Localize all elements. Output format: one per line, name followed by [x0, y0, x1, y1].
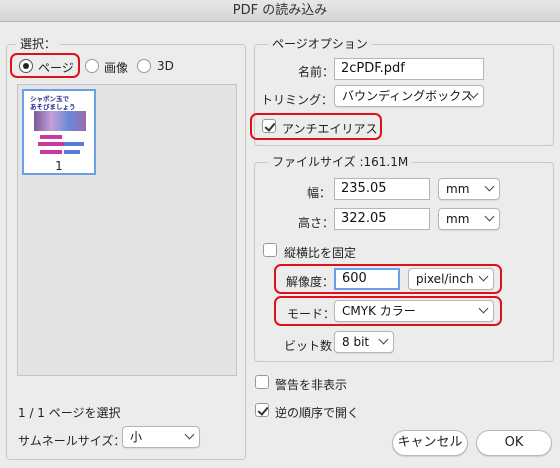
- mode-label: モード：: [287, 307, 336, 321]
- constrain-proportions-checkbox[interactable]: [263, 243, 277, 257]
- bit-depth-value: 8 bit: [342, 335, 370, 349]
- thumbnail-bar-5: [64, 150, 80, 154]
- height-label: 高さ：: [298, 216, 335, 230]
- thumbnail-preview: シャボン玉で あそびましょう: [30, 93, 90, 159]
- reverse-order-label[interactable]: 逆の順序で開く: [275, 404, 359, 421]
- width-unit-value: mm: [446, 182, 470, 196]
- resolution-label: 解像度：: [286, 275, 335, 289]
- thumbnail-page-number: 1: [55, 159, 63, 173]
- mode-value: CMYK カラー: [342, 304, 416, 318]
- constrain-proportions-label[interactable]: 縦横比を固定: [284, 244, 356, 261]
- name-field[interactable]: 2cPDF.pdf: [334, 58, 484, 80]
- window-title: PDF の読み込み: [0, 0, 560, 22]
- chevron-down-icon: [478, 271, 489, 282]
- width-label: 幅：: [307, 186, 332, 200]
- crop-select[interactable]: バウンディングボックス: [334, 85, 484, 107]
- chevron-down-icon: [184, 429, 195, 440]
- thumbnail-photo: [34, 111, 86, 131]
- resolution-unit-value: pixel/inch: [416, 272, 474, 286]
- thumbnail-bar-3: [64, 142, 84, 146]
- antialias-label[interactable]: アンチエイリアス: [282, 120, 378, 137]
- page-radio[interactable]: [19, 59, 33, 73]
- ok-button[interactable]: OK: [476, 430, 552, 456]
- crop-value: バウンディングボックス: [342, 89, 473, 103]
- 3d-radio[interactable]: [137, 59, 151, 73]
- height-unit-select[interactable]: mm: [438, 208, 500, 230]
- antialias-checkbox[interactable]: [262, 119, 276, 133]
- 3d-radio-label[interactable]: 3D: [157, 59, 174, 73]
- page-options-legend: ページオプション: [268, 35, 372, 52]
- bit-depth-select[interactable]: 8 bit: [334, 331, 394, 353]
- thumbnail-bar-2: [38, 142, 64, 146]
- cancel-button[interactable]: キャンセル: [392, 430, 468, 456]
- chevron-down-icon: [378, 334, 389, 345]
- chevron-down-icon: [478, 303, 489, 314]
- width-unit-select[interactable]: mm: [438, 178, 500, 200]
- file-size-legend: ファイルサイズ :161.1M: [268, 153, 413, 170]
- reverse-order-checkbox[interactable]: [255, 403, 269, 417]
- mode-select[interactable]: CMYK カラー: [334, 300, 494, 322]
- thumbnail-heading-2: あそびましょう: [30, 103, 76, 111]
- width-field[interactable]: 235.05: [334, 178, 430, 200]
- resolution-unit-select[interactable]: pixel/inch: [408, 268, 494, 290]
- select-legend: 選択：: [16, 35, 61, 52]
- thumbnail-size-label: サムネールサイズ：: [18, 434, 126, 448]
- page-radio-label[interactable]: ページ: [38, 59, 74, 76]
- suppress-warnings-checkbox[interactable]: [255, 375, 269, 389]
- thumbnail-bar-4: [40, 150, 62, 154]
- image-radio-label[interactable]: 画像: [104, 59, 128, 76]
- height-field[interactable]: 322.05: [334, 208, 430, 230]
- chevron-down-icon: [484, 181, 495, 192]
- thumbnail-size-value: 小: [130, 430, 143, 444]
- resolution-field[interactable]: 600: [334, 268, 400, 290]
- thumbnail-size-select[interactable]: 小: [122, 426, 200, 448]
- image-radio[interactable]: [85, 59, 99, 73]
- thumbnail-list[interactable]: シャボン玉で あそびましょう 1: [17, 84, 237, 376]
- crop-label: トリミング：: [261, 93, 334, 107]
- suppress-warnings-label[interactable]: 警告を非表示: [275, 376, 347, 393]
- name-label: 名前：: [298, 65, 335, 79]
- height-unit-value: mm: [446, 212, 470, 226]
- thumbnail-bar-1: [40, 135, 62, 139]
- chevron-down-icon: [484, 211, 495, 222]
- page-thumbnail[interactable]: シャボン玉で あそびましょう 1: [22, 89, 96, 175]
- selection-status: 1 / 1 ページを選択: [18, 406, 121, 420]
